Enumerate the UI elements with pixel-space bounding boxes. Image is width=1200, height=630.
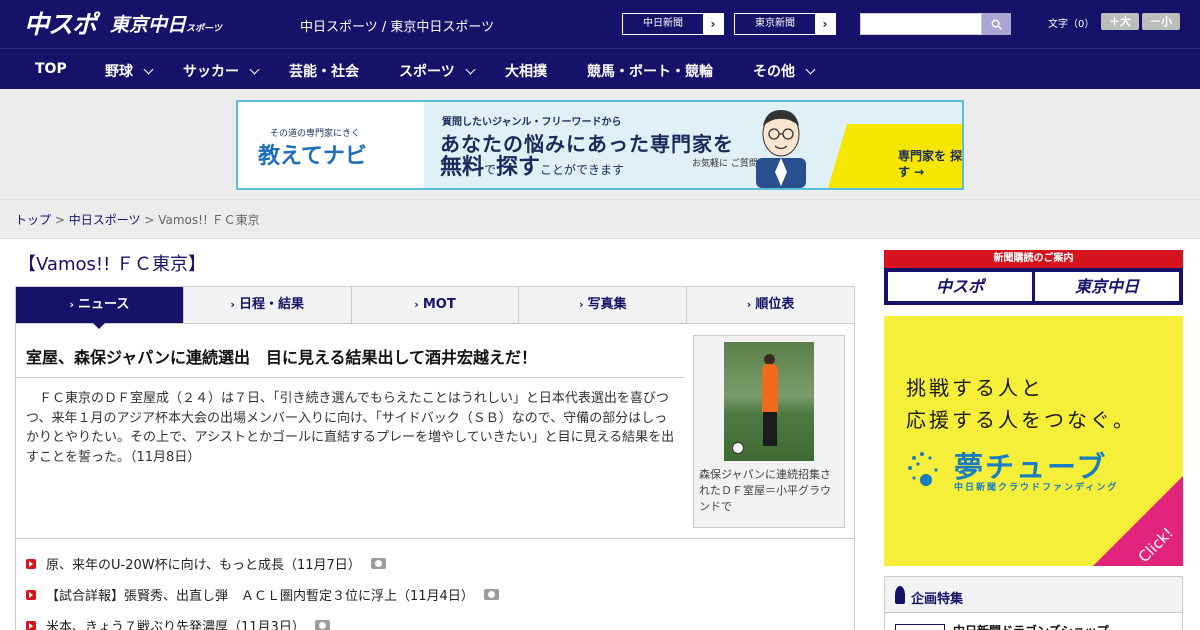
chevron-right-icon: › <box>703 14 723 34</box>
feature-thumbnail <box>895 623 945 630</box>
photo-caption: 森保ジャパンに連続招集されたＤＦ室屋＝小平グラウンドで <box>699 468 831 513</box>
site-logo[interactable]: 中スポ 東京中日スポーツ <box>24 8 222 39</box>
chevron-right-icon: › <box>230 298 235 311</box>
feature-item[interactable]: 中日新聞ドラゴンズショップ <box>895 622 1109 630</box>
site-title[interactable]: 中日スポーツ / 東京中日スポーツ <box>300 16 494 35</box>
yume-tube-logo-icon <box>908 452 938 486</box>
breadcrumb-section-link[interactable]: 中日スポーツ <box>69 213 141 227</box>
article-headline: 室屋、森保ジャパンに連続選出 目に見える結果出して酒井宏越えだ！ <box>26 348 538 367</box>
logo-tokyo-chunichi: 東京中日スポーツ <box>110 13 222 36</box>
breadcrumb-home-link[interactable]: トップ <box>15 213 51 227</box>
camera-icon <box>314 620 330 630</box>
related-articles: 原、来年のU-20W杯に向け、もっと成長（11月7日） 【試合詳報】張賢秀、出直… <box>15 539 855 630</box>
font-smaller-button[interactable]: －小 <box>1142 13 1180 30</box>
subscription-box: 新聞購読のご案内 中スポ 東京中日 <box>884 250 1183 305</box>
search-icon <box>991 19 1002 30</box>
chevron-down-icon <box>805 64 816 74</box>
camera-icon <box>483 589 499 600</box>
page-title: 【Vamos!! ＦＣ東京】 <box>18 254 207 275</box>
nav-racing[interactable]: 競馬・ボート・競輪 <box>587 61 713 81</box>
find-expert-button[interactable]: 専門家を 探す → <box>824 102 962 188</box>
breadcrumb: トップ > 中日スポーツ > Vamos!! ＦＣ東京 <box>0 200 1200 239</box>
chevron-right-icon: › <box>746 298 752 311</box>
oshiete-navi-banner[interactable]: その道の専門家にきく 教えてナビ 質問したいジャンル・フリーワードから あなたの… <box>236 100 964 190</box>
consultant-illustration-icon <box>756 110 806 188</box>
yume-tube-ad[interactable]: 挑戦する人と 応援する人をつなぐ。 夢チューブ 中日新聞クラウドファンディング C… <box>884 316 1183 566</box>
subscription-heading: 新聞購読のご案内 <box>884 250 1183 268</box>
chevron-down-icon <box>143 64 154 74</box>
top-header: 中スポ 東京中日スポーツ 中日スポーツ / 東京中日スポーツ 中日新聞 › 東京… <box>0 0 1200 48</box>
nav-soccer[interactable]: サッカー <box>183 61 260 81</box>
oshiete-navi-logo: 教えてナビ <box>258 144 367 169</box>
list-item[interactable]: 【試合詳報】張賢秀、出直し弾 ＡＣＬ圏内暫定３位に浮上（11月4日） <box>26 585 499 604</box>
camera-icon <box>370 558 386 569</box>
chevron-down-icon <box>465 64 476 74</box>
section-tabs: › ニュース › 日程・結果 › MOT › 写真集 › 順位表 <box>15 286 855 329</box>
tokyo-shimbun-link[interactable]: 東京新聞 › <box>734 13 836 35</box>
font-size-label: 文字（0） <box>1048 19 1095 30</box>
chevron-right-icon: › <box>414 298 419 311</box>
nav-other[interactable]: その他 <box>753 61 816 81</box>
chevron-right-icon: › <box>69 298 74 311</box>
nav-baseball[interactable]: 野球 <box>105 61 154 81</box>
feature-section: 企画特集 中日新聞ドラゴンズショップ <box>884 576 1183 630</box>
chevron-down-icon <box>249 64 260 74</box>
logo-chuspo: 中スポ <box>24 10 97 39</box>
tab-mot[interactable]: › MOT <box>350 287 519 323</box>
article-photo-box: 森保ジャパンに連続招集されたＤＦ室屋＝小平グラウンドで <box>693 335 845 528</box>
nav-sports[interactable]: スポーツ <box>399 61 476 81</box>
article: 室屋、森保ジャパンに連続選出 目に見える結果出して酒井宏越えだ！ ＦＣ東京のＤＦ… <box>15 324 855 539</box>
subscribe-chuspo-button[interactable]: 中スポ <box>888 272 1032 301</box>
chevron-right-icon: › <box>579 298 584 311</box>
list-item[interactable]: 米本、きょう７戦ぶり先発濃厚（11月3日） <box>26 616 330 630</box>
nav-entertainment[interactable]: 芸能・社会 <box>289 61 359 81</box>
list-item[interactable]: 原、来年のU-20W杯に向け、もっと成長（11月7日） <box>26 554 386 573</box>
ad-band: その道の専門家にきく 教えてナビ 質問したいジャンル・フリーワードから あなたの… <box>0 89 1200 200</box>
tab-news[interactable]: › ニュース <box>16 287 183 329</box>
chunichi-shimbun-link[interactable]: 中日新聞 › <box>622 13 724 35</box>
subscribe-tokyo-chunichi-button[interactable]: 東京中日 <box>1035 272 1179 301</box>
nav-top[interactable]: TOP <box>35 61 67 77</box>
search-button[interactable] <box>982 13 1011 35</box>
bullet-play-icon <box>26 589 36 600</box>
bullet-play-icon <box>26 620 36 630</box>
nav-sumo[interactable]: 大相撲 <box>505 61 547 81</box>
tab-schedule-results[interactable]: › 日程・結果 <box>182 287 351 323</box>
tab-standings[interactable]: › 順位表 <box>686 287 854 323</box>
font-bigger-button[interactable]: ＋大 <box>1101 13 1139 30</box>
article-body: ＦＣ東京のＤＦ室屋成（２４）は７日、「引き続き選んでもらえたことはうれしい」と日… <box>26 391 675 465</box>
chevron-right-icon: › <box>815 14 835 34</box>
search-input[interactable] <box>860 13 982 35</box>
main-nav: TOP 野球 サッカー 芸能・社会 スポーツ 大相撲 競馬・ボート・競輪 その他 <box>0 48 1200 89</box>
tab-photos[interactable]: › 写真集 <box>518 287 686 323</box>
divider <box>16 377 684 378</box>
article-photo[interactable] <box>724 342 814 461</box>
feature-title: 企画特集 <box>911 592 964 607</box>
bullet-play-icon <box>26 558 36 569</box>
ribbon-icon <box>895 586 905 604</box>
breadcrumb-current: Vamos!! ＦＣ東京 <box>158 213 260 227</box>
